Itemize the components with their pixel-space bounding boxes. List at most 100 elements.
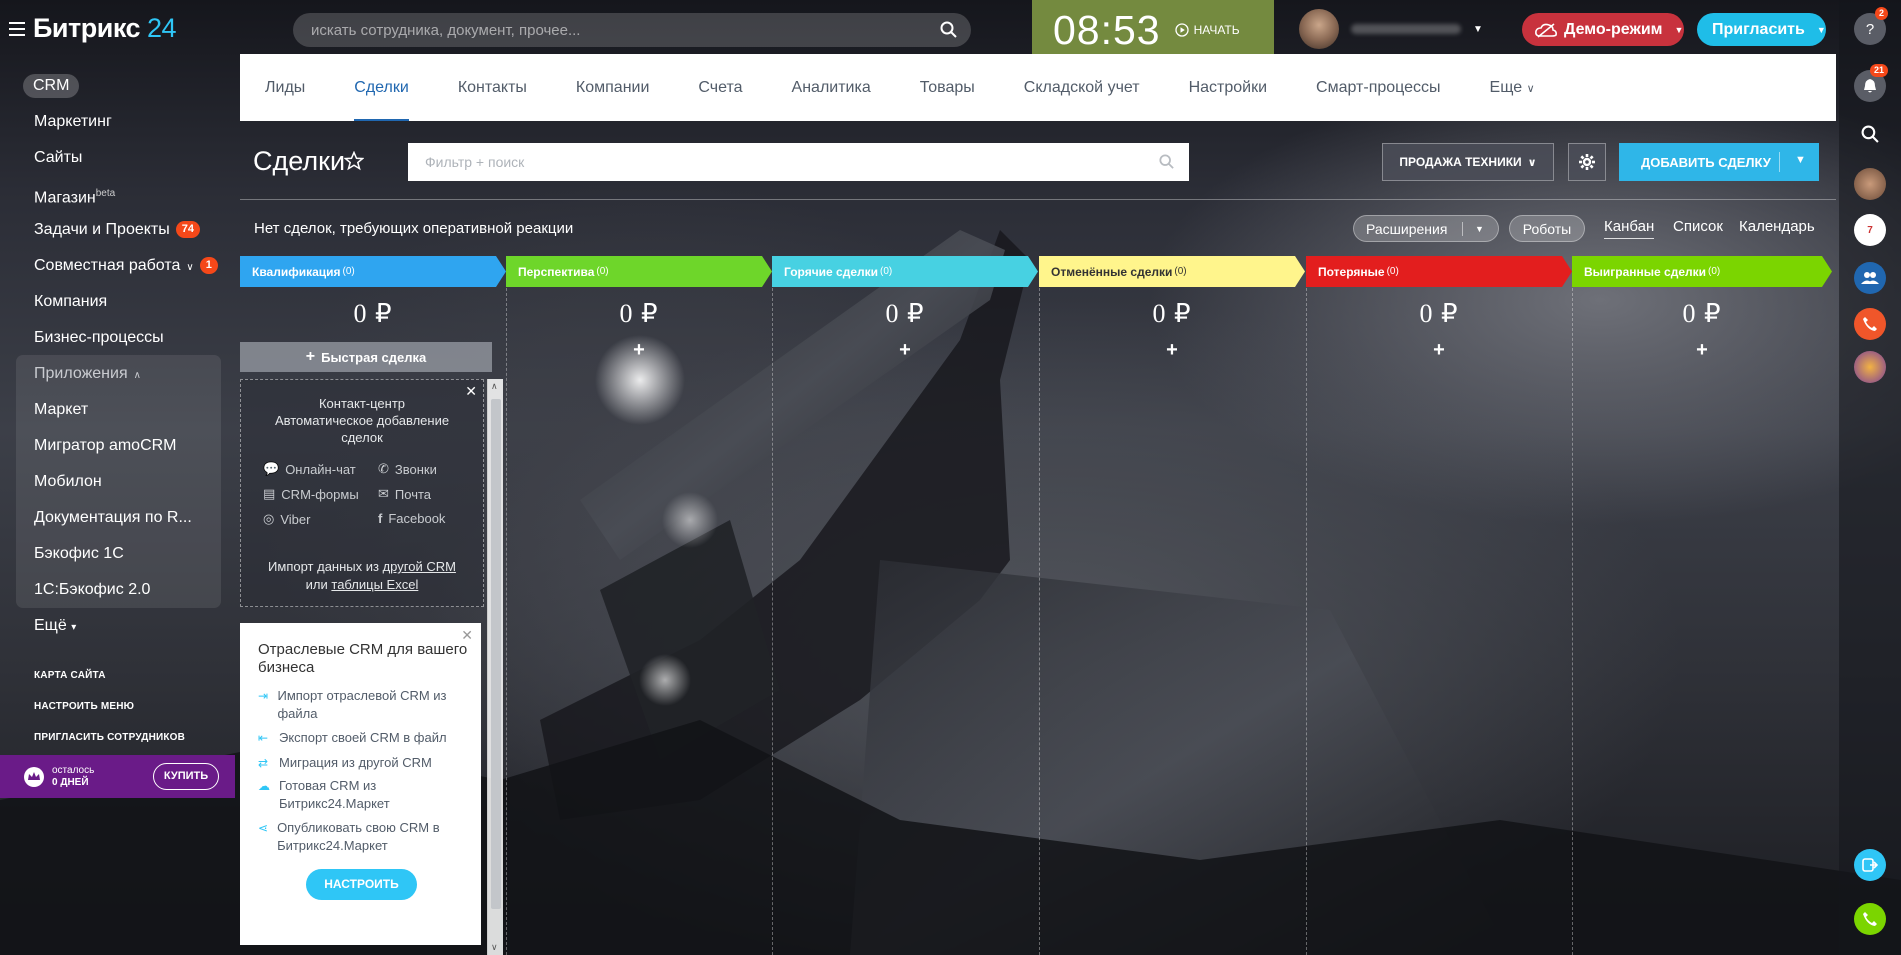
tab-smart-processes[interactable]: Смарт-процессы [1291,54,1465,121]
stage-header[interactable]: Горячие сделки (0) [772,256,1038,287]
facebook-icon: f [378,511,383,526]
star-icon[interactable] [344,151,364,171]
menu-item-label: Бэкофис 1С [34,545,124,562]
user-profile[interactable]: ▼ [1299,9,1489,49]
menu-item-sites[interactable]: Сайты [0,140,235,176]
export-crm-link[interactable]: ⇤ Экспорт своей CRM в файл [258,729,463,747]
import-other-crm-link[interactable]: другой CRM [383,559,456,574]
tab-analytics[interactable]: Аналитика [767,54,895,121]
stage-sum: 0 ₽ [619,299,659,328]
channel-crm-forms[interactable]: ▤ CRM-формы [263,486,359,502]
bell-icon[interactable]: 21 [1854,64,1888,102]
menu-item-collaboration[interactable]: Совместная работа ∨ 1 [0,248,235,284]
tab-leads[interactable]: Лиды [240,54,329,121]
quick-deal-button[interactable]: + Быстрая сделка [240,342,492,372]
tab-invoices[interactable]: Счета [673,54,766,121]
column-scrollbar[interactable]: ∧ ∨ [487,379,503,955]
dropdown-arrow-icon[interactable]: ▼ [1795,154,1806,166]
extensions-button[interactable]: Расширения ▼ [1353,215,1499,242]
stage-header[interactable]: Потеряные (0) [1306,256,1572,287]
menu-item-business-processes[interactable]: Бизнес-процессы [0,320,235,356]
start-workday-button[interactable]: НАЧАТЬ [1174,23,1240,37]
add-deal-button[interactable]: ДОБАВИТЬ СДЕЛКУ ▼ [1619,143,1819,181]
tab-companies[interactable]: Компании [551,54,674,121]
phone-call-icon[interactable] [1854,308,1886,340]
demo-mode-button[interactable]: Демо-режим ▼ [1522,13,1684,46]
scroll-down-icon[interactable]: ∨ [491,942,498,953]
invite-button[interactable]: Пригласить ▼ [1697,13,1826,46]
search-placeholder: искать сотрудника, документ, прочее... [311,22,581,39]
phone-icon[interactable] [1854,903,1886,935]
add-deal-plus-icon[interactable]: + [506,339,772,362]
search-icon[interactable] [940,21,957,38]
app-logo[interactable]: Битрикс 24 [33,13,177,44]
stage-header[interactable]: Квалификация (0) [240,256,506,287]
filter-search-input[interactable]: Фильтр + поиск [408,143,1189,181]
tab-settings[interactable]: Настройки [1164,54,1291,121]
menu-item-applications[interactable]: Приложения ∧ [0,356,235,392]
app-avatar-icon[interactable]: 7 [1854,214,1886,246]
search-icon[interactable] [1854,118,1886,150]
import-industry-crm-link[interactable]: ⇥ Импорт отраслевой CRM из файла [258,687,463,723]
add-deal-plus-icon[interactable]: + [1572,339,1832,362]
pipeline-select-button[interactable]: ПРОДАЖА ТЕХНИКИ ∨ [1382,143,1554,181]
settings-gear-button[interactable] [1568,143,1606,181]
tab-more[interactable]: Еще ∨ [1465,54,1559,121]
menu-item-market[interactable]: Маркет [0,392,235,428]
tab-products[interactable]: Товары [895,54,999,121]
import-excel-link[interactable]: таблицы Excel [331,577,418,592]
menu-item-mobilon[interactable]: Мобилон [0,464,235,500]
menu-item-crm[interactable]: CRM [0,68,235,104]
scroll-up-icon[interactable]: ∧ [491,381,498,392]
open-lines-icon[interactable] [1854,849,1886,881]
add-deal-plus-icon[interactable]: + [1306,339,1572,362]
menu-item-backoffice-2[interactable]: 1С:Бэкофис 2.0 [0,572,235,608]
search-icon[interactable] [1159,154,1174,169]
stage-header[interactable]: Отменённые сделки (0) [1039,256,1305,287]
view-calendar[interactable]: Календарь [1739,218,1815,235]
workday-clock[interactable]: 08:53 НАЧАТЬ [1032,0,1274,60]
dropdown-arrow-icon[interactable]: ▼ [1475,224,1484,234]
group-chat-icon[interactable] [1854,262,1886,294]
migration-link[interactable]: ⇄ Миграция из другой CRM [258,754,463,772]
menu-item-shop[interactable]: Магазинbeta [0,176,235,212]
help-icon[interactable]: ? 2 [1854,7,1888,45]
tab-deals[interactable]: Сделки [329,54,433,121]
tab-inventory[interactable]: Складской учет [999,54,1164,121]
buy-button[interactable]: КУПИТЬ [153,763,219,790]
card-title: Отраслевые CRM для вашего бизнеса [258,641,468,676]
tab-contacts[interactable]: Контакты [433,54,551,121]
channel-online-chat[interactable]: 💬 Онлайн-чат [263,461,356,477]
bot-avatar-icon[interactable] [1854,351,1886,383]
configure-button[interactable]: НАСТРОИТЬ [306,869,417,900]
configure-menu-link[interactable]: НАСТРОИТЬ МЕНЮ [0,701,134,712]
channel-calls[interactable]: ✆ Звонки [378,461,437,477]
add-deal-plus-icon[interactable]: + [772,339,1038,362]
channel-facebook[interactable]: f Facebook [378,511,445,526]
channel-mail[interactable]: ✉ Почта [378,486,431,502]
invite-employees-link[interactable]: ПРИГЛАСИТЬ СОТРУДНИКОВ [0,732,185,743]
robots-button[interactable]: Роботы [1509,215,1585,242]
menu-item-marketing[interactable]: Маркетинг [0,104,235,140]
view-list[interactable]: Список [1673,218,1723,235]
menu-item-backoffice-1c[interactable]: Бэкофис 1С [0,536,235,572]
menu-burger-icon[interactable] [9,22,25,36]
stage-header[interactable]: Перспектива (0) [506,256,772,287]
stage-header[interactable]: Выигранные сделки (0) [1572,256,1832,287]
view-kanban[interactable]: Канбан [1604,218,1655,239]
menu-item-more[interactable]: Ещё ▾ [0,608,235,644]
menu-item-documentation[interactable]: Документация по R... [0,500,235,536]
publish-crm-link[interactable]: ⋖ Опубликовать свою CRM в Битрикс24.Марке… [258,819,463,855]
sitemap-link[interactable]: КАРТА САЙТА [0,670,106,681]
user-avatar[interactable] [1299,9,1339,49]
menu-item-amocrm-migrator[interactable]: Мигратор amoCRM [0,428,235,464]
channel-viber[interactable]: ◎ Viber [263,511,310,527]
close-icon[interactable]: ✕ [465,383,477,400]
scrollbar-thumb[interactable] [491,399,501,909]
global-search-input[interactable]: искать сотрудника, документ, прочее... [293,13,971,47]
menu-item-company[interactable]: Компания [0,284,235,320]
menu-item-tasks[interactable]: Задачи и Проекты 74 [0,212,235,248]
ready-crm-link[interactable]: ☁ Готовая CRM из Битрикс24.Маркет [258,777,398,813]
user-avatar-icon[interactable] [1854,168,1886,200]
add-deal-plus-icon[interactable]: + [1039,339,1305,362]
